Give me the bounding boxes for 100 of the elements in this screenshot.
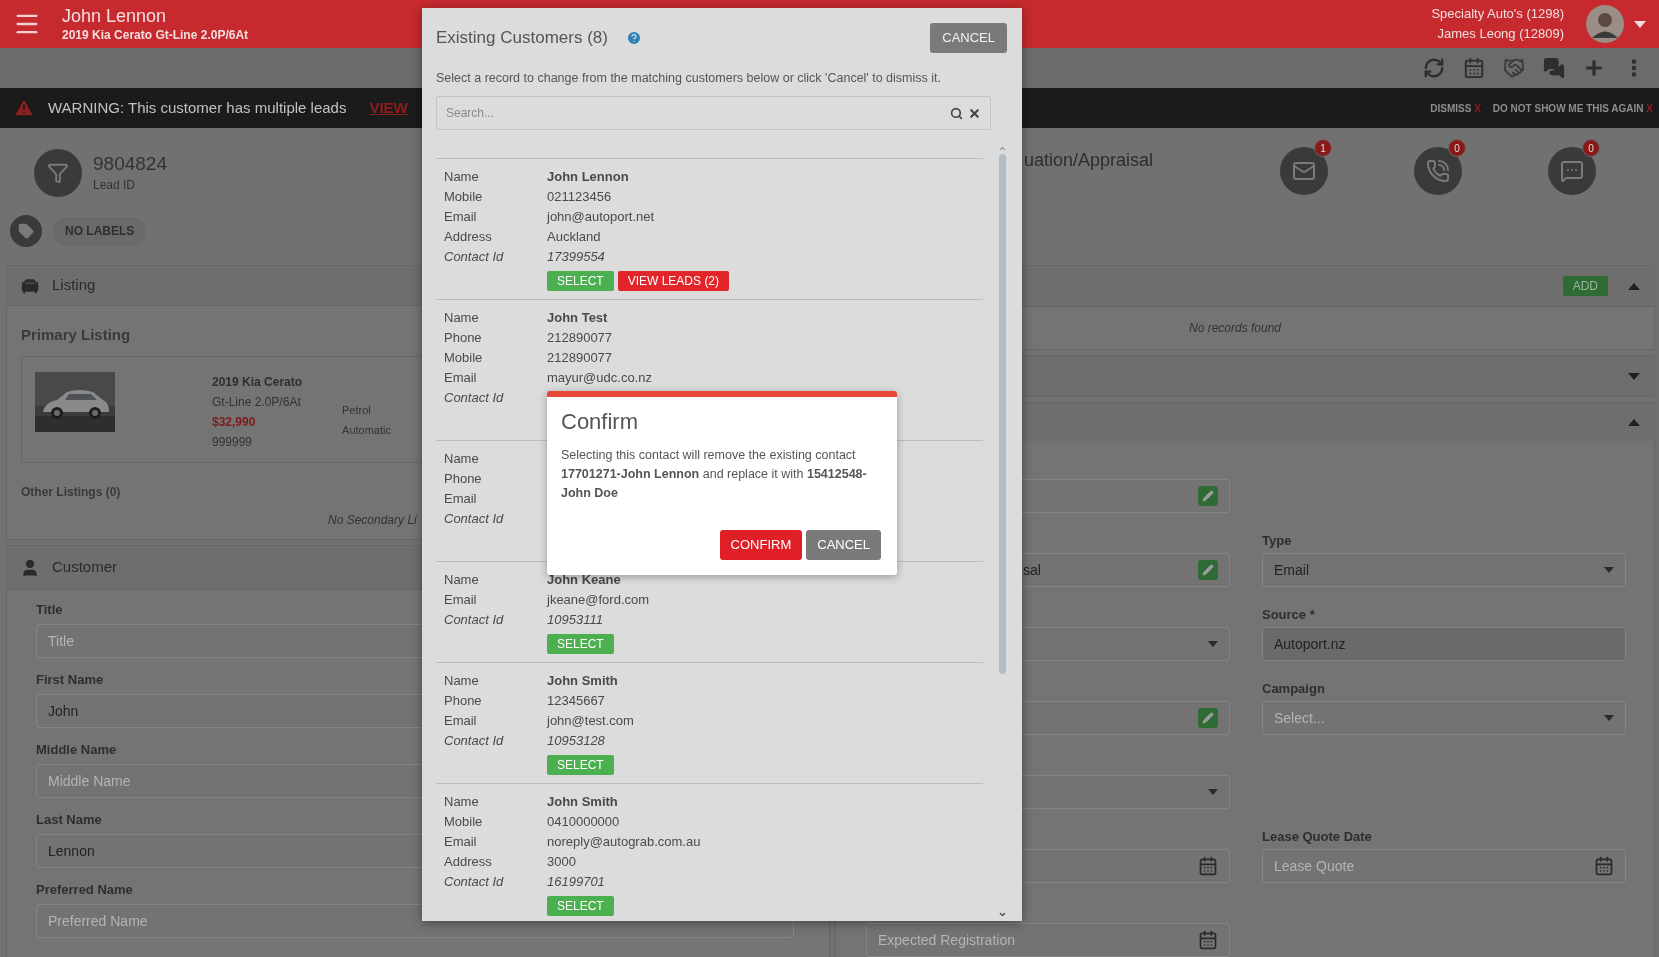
record-value: noreply@autograb.com.au <box>547 833 701 852</box>
warning-icon <box>13 97 35 119</box>
dialog-title: Existing Customers (8) <box>436 27 608 50</box>
dropdown-field[interactable]: Select... <box>1262 701 1626 735</box>
lead-id: 9804824 <box>93 152 167 176</box>
collapse-caret-icon[interactable] <box>1628 418 1640 426</box>
count-badge: 0 <box>1582 139 1600 157</box>
field-label: Source * <box>1262 607 1315 623</box>
field-label: Type <box>1262 533 1292 549</box>
edit-button[interactable] <box>1198 708 1218 728</box>
user-name: James Leong (12809) <box>1437 25 1564 43</box>
record-label: Contact Id <box>443 248 505 267</box>
record-value: John Test <box>547 309 608 328</box>
section-title: Customer <box>52 557 118 578</box>
record-value: John Lennon <box>547 168 629 187</box>
record-label: Phone <box>443 470 483 489</box>
record-label: Address <box>443 228 493 247</box>
dropdown-caret-icon <box>1208 789 1218 795</box>
record-value: John Keane <box>547 571 621 590</box>
app-title: John Lennon <box>62 5 168 27</box>
handshake-icon[interactable] <box>1503 57 1525 79</box>
refresh-icon[interactable] <box>1423 57 1445 79</box>
chat-icon <box>1560 159 1584 183</box>
record-label: Contact Id <box>443 510 505 529</box>
record-label: Name <box>443 672 480 691</box>
record-label: Name <box>443 571 480 590</box>
calendar-icon[interactable] <box>1463 57 1485 79</box>
record-value: jkeane@ford.com <box>547 591 650 610</box>
record-value: john@autoport.net <box>547 208 655 227</box>
record-label: Contact Id <box>443 732 505 751</box>
record-label: Email <box>443 369 478 388</box>
view-link[interactable]: VIEW <box>369 96 408 120</box>
edit-button[interactable] <box>1198 486 1218 506</box>
transmission: Automatic <box>342 422 391 438</box>
confirm-button[interactable]: CONFIRM <box>719 530 803 560</box>
fuel-type: Petrol <box>342 402 372 418</box>
vehicle-variant: Gt-Line 2.0P/6At <box>212 393 302 411</box>
empty-message: No Secondary Li <box>328 511 417 529</box>
record-label: Phone <box>443 692 483 711</box>
add-icon[interactable] <box>1583 57 1605 79</box>
search-field[interactable]: Search... <box>436 96 991 130</box>
dropdown-field[interactable]: Email <box>1262 553 1626 587</box>
field-label: Preferred Name <box>36 881 133 899</box>
view-leads-button[interactable]: VIEW LEADS (2) <box>617 271 730 291</box>
select-button[interactable]: SELECT <box>547 896 614 916</box>
record-value: mayur@udc.co.nz <box>547 369 652 388</box>
warning-text: WARNING: This customer has multiple leads <box>48 97 347 118</box>
cancel-button[interactable]: CANCEL <box>930 23 1007 53</box>
other-listings-title: Other Listings (0) <box>21 483 121 501</box>
select-button[interactable]: SELECT <box>547 271 614 291</box>
stock-number: 999999 <box>212 433 254 451</box>
add-button[interactable]: ADD <box>1562 276 1608 296</box>
record-label: Email <box>443 712 478 731</box>
cancel-button[interactable]: CANCEL <box>806 530 881 560</box>
select-button[interactable]: SELECT <box>547 634 614 654</box>
count-badge: 1 <box>1314 139 1332 157</box>
dismiss-button[interactable]: DISMISS X <box>1430 100 1481 116</box>
primary-listing-title: Primary Listing <box>21 325 131 345</box>
input-field[interactable]: Expected Registration <box>866 923 1230 957</box>
vehicle-title: 2019 Kia Cerato <box>212 373 303 391</box>
record-label: Name <box>443 309 480 328</box>
record-value: 17399554 <box>547 248 605 267</box>
record-value: 12345667 <box>547 692 605 711</box>
avatar[interactable] <box>1586 5 1624 43</box>
record-label: Phone <box>443 329 483 348</box>
record-label: Name <box>443 168 480 187</box>
chat-icon[interactable] <box>1543 57 1565 79</box>
dialog-instructions: Select a record to change from the matching customers below or click 'Cancel' to dismiss it. <box>436 70 942 87</box>
clear-icon[interactable] <box>968 106 981 120</box>
input-field[interactable]: Lease Quote <box>1262 849 1626 883</box>
record-value: 021123456 <box>547 188 612 207</box>
scroll-down-icon[interactable] <box>998 910 1007 919</box>
labels-button[interactable]: NO LABELS <box>53 216 147 246</box>
person-icon <box>20 557 40 578</box>
collapse-caret-icon[interactable] <box>1628 282 1640 290</box>
calendar-icon[interactable] <box>1198 856 1218 876</box>
expand-caret-icon[interactable] <box>1628 372 1640 380</box>
search-icon[interactable] <box>950 106 963 120</box>
record-label: Email <box>443 591 478 610</box>
input-field[interactable]: Autoport.nz <box>1262 627 1626 661</box>
calendar-icon[interactable] <box>1198 930 1218 950</box>
help-icon[interactable] <box>625 30 642 46</box>
dismiss-button[interactable]: DO NOT SHOW ME THIS AGAIN X <box>1492 100 1653 116</box>
account-caret-icon[interactable] <box>1634 20 1646 28</box>
dealer-name: Specialty Auto's (1298) <box>1431 5 1564 23</box>
calendar-icon[interactable] <box>1594 856 1614 876</box>
edit-button[interactable] <box>1198 560 1218 580</box>
field-label: Middle Name <box>36 741 117 759</box>
field-label: Lease Quote Date <box>1262 829 1372 845</box>
record-value: 16199701 <box>547 873 605 892</box>
lead-id-label: Lead ID <box>93 177 137 194</box>
record-value: 0410000000 <box>547 813 620 832</box>
funnel-icon <box>47 162 69 184</box>
field-label: Campaign <box>1262 681 1325 697</box>
phone-icon <box>1426 159 1450 183</box>
dropdown-caret-icon <box>1208 641 1218 647</box>
select-button[interactable]: SELECT <box>547 755 614 775</box>
scroll-up-icon[interactable] <box>998 144 1007 153</box>
record-label: Mobile <box>443 813 484 832</box>
record-label: Email <box>443 208 478 227</box>
